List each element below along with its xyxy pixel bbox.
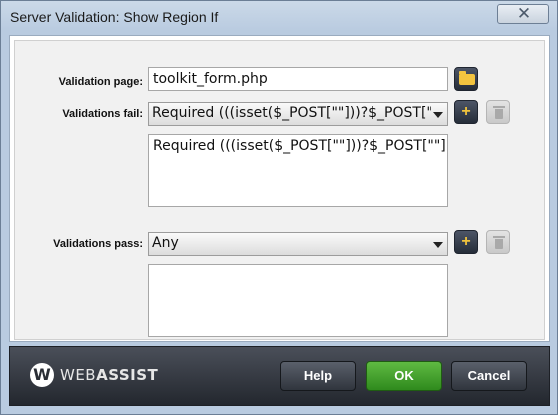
dialog-window: Server Validation: Show Region If ✕ Vali…	[0, 0, 558, 415]
ok-button[interactable]: OK	[366, 361, 442, 391]
validations-pass-select[interactable]: Any	[148, 232, 448, 256]
close-icon: ✕	[516, 4, 532, 24]
content-area: Validation page: toolkit_form.php Valida…	[9, 35, 550, 342]
delete-pass-validation-button[interactable]	[486, 230, 510, 254]
add-fail-validation-button[interactable]: +	[454, 100, 478, 124]
delete-fail-validation-button[interactable]	[486, 100, 510, 124]
validations-pass-selected: Any	[152, 235, 179, 251]
plus-icon: +	[461, 233, 471, 250]
browse-folder-button[interactable]	[454, 67, 478, 91]
trash-icon	[493, 106, 505, 119]
cancel-button[interactable]: Cancel	[451, 361, 527, 391]
trash-icon	[493, 236, 505, 249]
plus-icon: +	[461, 103, 471, 120]
help-button[interactable]: Help	[280, 361, 356, 391]
validations-pass-label: Validations pass:	[53, 238, 143, 250]
chevron-down-icon	[433, 112, 443, 118]
folder-icon	[459, 71, 475, 85]
close-button[interactable]: ✕	[497, 4, 549, 24]
chevron-down-icon	[433, 242, 443, 248]
validation-page-input[interactable]: toolkit_form.php	[148, 67, 448, 91]
form-panel: Validation page: toolkit_form.php Valida…	[14, 40, 545, 340]
dialog-footer: W WEBASSIST Help OK Cancel	[9, 346, 550, 406]
validations-fail-selected: Required (((isset($_POST[""]))?$_POST[""…	[152, 105, 431, 121]
webassist-logo-icon: W	[30, 363, 54, 387]
window-title: Server Validation: Show Region If	[10, 9, 219, 25]
title-bar: Server Validation: Show Region If ✕	[1, 1, 557, 33]
validation-page-label: Validation page:	[58, 76, 143, 88]
logo-letter: W	[33, 365, 51, 384]
validations-fail-label: Validations fail:	[62, 108, 143, 120]
webassist-logo-text: WEBASSIST	[60, 366, 159, 384]
list-item[interactable]: Required (((isset($_POST[""]))?$_POST[""…	[153, 138, 447, 154]
validations-pass-list[interactable]	[148, 264, 448, 337]
validations-fail-select[interactable]: Required (((isset($_POST[""]))?$_POST[""…	[148, 102, 448, 126]
add-pass-validation-button[interactable]: +	[454, 230, 478, 254]
validations-fail-list[interactable]: Required (((isset($_POST[""]))?$_POST[""…	[148, 134, 448, 207]
